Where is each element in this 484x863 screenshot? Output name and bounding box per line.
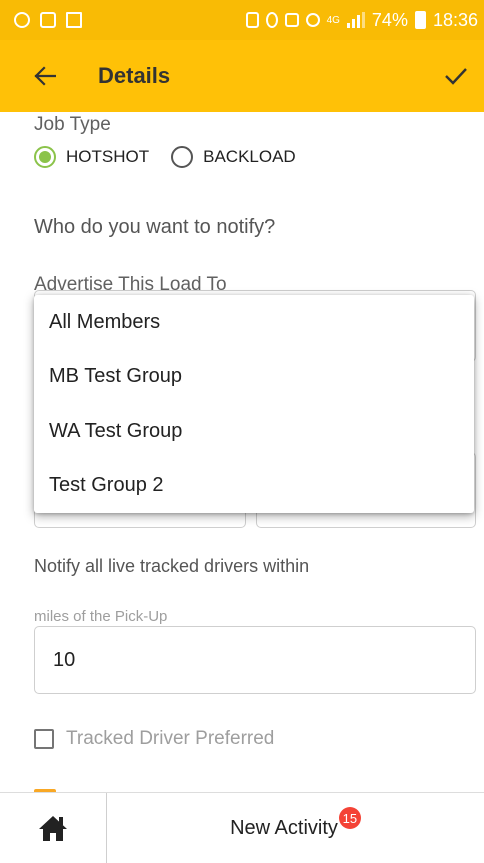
miles-input[interactable]: 10 — [34, 626, 476, 694]
new-activity-button[interactable]: New Activity 15 — [107, 793, 484, 863]
checkbox-icon[interactable] — [34, 729, 54, 749]
back-arrow-icon[interactable] — [34, 64, 64, 88]
radio-unselected-icon — [171, 146, 194, 168]
status-bar: 4G 74% 18:36 — [0, 0, 484, 40]
radio-hotshot[interactable]: HOTSHOT — [34, 146, 149, 168]
mute-icon — [284, 13, 299, 27]
activity-count-badge: 15 — [338, 807, 361, 829]
bottom-nav: New Activity 15 — [0, 792, 484, 863]
radio-hotshot-label: HOTSHOT — [66, 147, 150, 166]
home-icon — [39, 816, 67, 841]
image-notification-icon — [40, 12, 56, 28]
battery-percent: 74% — [371, 9, 408, 30]
job-type-label: Job Type — [34, 114, 111, 135]
radio-backload[interactable]: BACKLOAD — [171, 146, 296, 168]
dropdown-option-all-members[interactable]: All Members — [34, 295, 474, 350]
miles-label: miles of the Pick-Up — [34, 608, 168, 625]
signal-icon — [346, 12, 365, 28]
dropdown-option-mb-test-group[interactable]: MB Test Group — [34, 350, 474, 405]
network-type: 4G — [326, 14, 340, 26]
location-icon — [265, 12, 278, 28]
details-form: Job Type HOTSHOT BACKLOAD Who do you wan… — [0, 112, 484, 792]
home-button[interactable] — [0, 793, 106, 863]
sim-icon — [245, 12, 259, 28]
mail-notification-icon — [66, 12, 82, 28]
alarm-icon — [305, 13, 320, 27]
job-type-radio-group: HOTSHOT BACKLOAD — [34, 146, 318, 168]
radio-selected-icon — [34, 146, 56, 168]
clock: 18:36 — [432, 9, 478, 30]
live-tracked-label: Notify all live tracked drivers within — [34, 556, 310, 576]
advertise-dropdown: All Members MB Test Group WA Test Group … — [34, 295, 474, 513]
notify-heading: Who do you want to notify? — [34, 216, 276, 238]
battery-icon — [414, 11, 426, 29]
tracked-driver-label: Tracked Driver Preferred — [66, 728, 275, 749]
radio-backload-label: BACKLOAD — [203, 147, 296, 166]
check-icon[interactable] — [440, 62, 472, 90]
dropdown-option-test-group-2[interactable]: Test Group 2 — [34, 459, 474, 514]
tracked-driver-checkbox-row[interactable]: Tracked Driver Preferred — [34, 728, 274, 750]
page-title: Details — [98, 63, 171, 88]
new-activity-label: New Activity — [230, 816, 338, 839]
app-bar: Details — [0, 40, 484, 112]
location-notification-icon — [14, 12, 30, 28]
dropdown-option-wa-test-group[interactable]: WA Test Group — [34, 404, 474, 459]
